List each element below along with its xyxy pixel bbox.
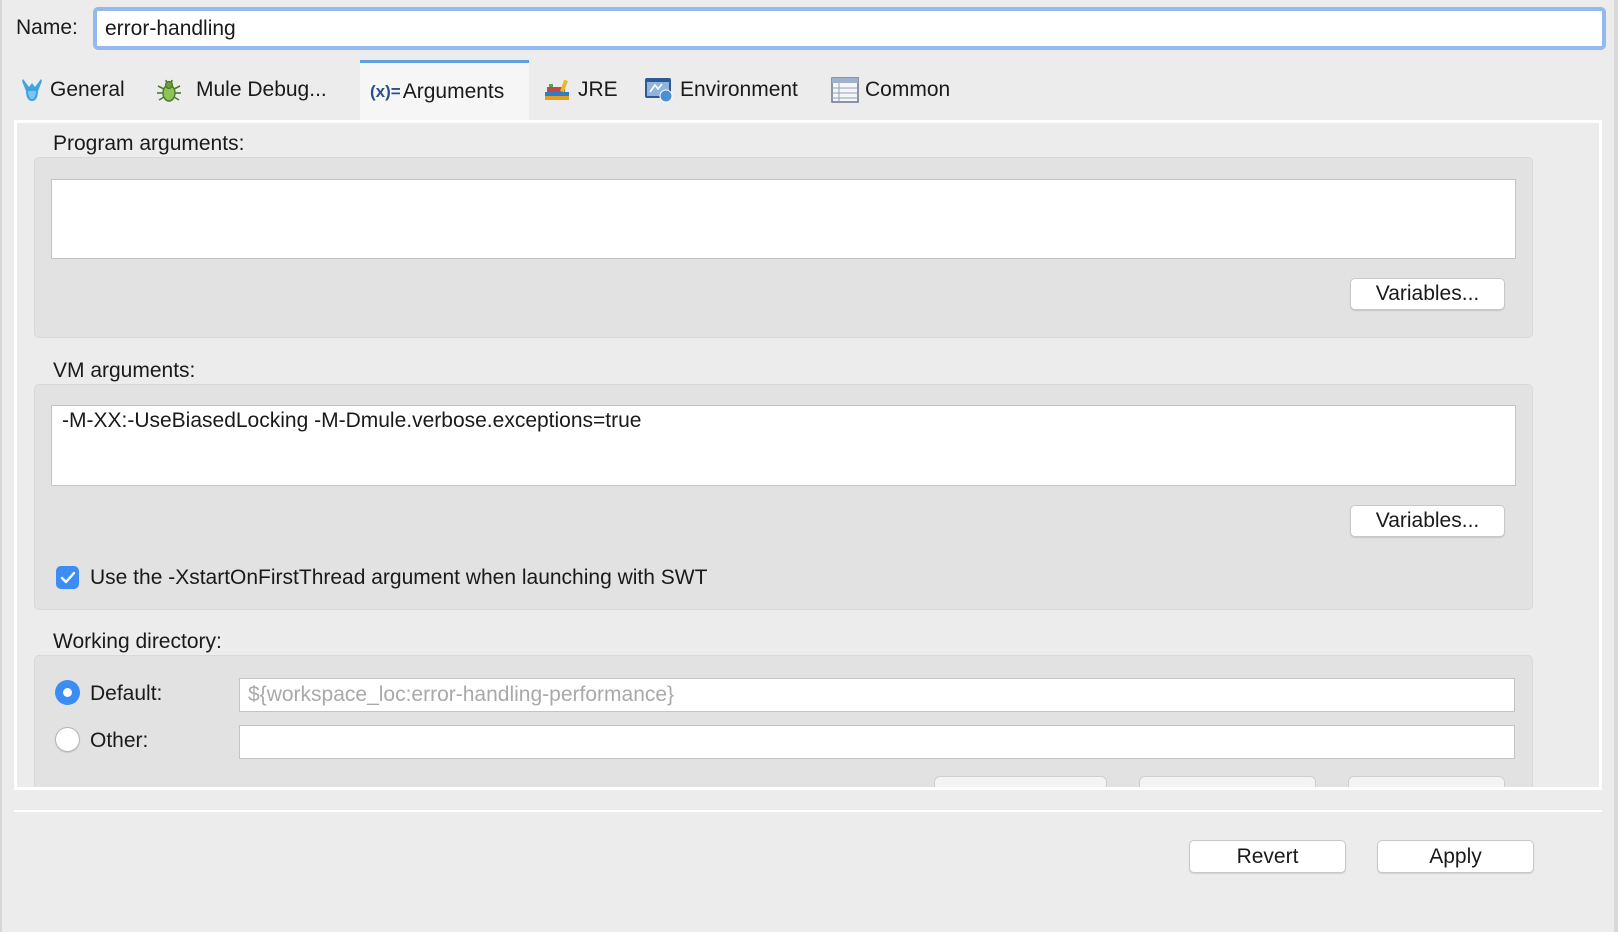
- vm-variables-button[interactable]: Variables...: [1350, 505, 1505, 537]
- tab-mule-debug[interactable]: Mule Debug...: [154, 60, 327, 120]
- tab-label: Common: [865, 78, 951, 101]
- program-variables-button[interactable]: Variables...: [1350, 278, 1505, 310]
- working-directory-group: [34, 655, 1533, 790]
- tab-jre[interactable]: JRE: [544, 60, 618, 120]
- window-left-edge: [0, 0, 2, 932]
- swt-checkbox-label: Use the -XstartOnFirstThread argument wh…: [90, 566, 708, 589]
- tab-environment[interactable]: Environment: [644, 60, 798, 120]
- tab-general[interactable]: General: [20, 60, 125, 120]
- tab-label: Mule Debug...: [196, 78, 327, 101]
- tab-arguments[interactable]: (x)= Arguments: [360, 60, 529, 120]
- bug-icon: [154, 76, 184, 104]
- window-right-edge: [1614, 0, 1618, 932]
- default-directory-field: ${workspace_loc:error-handling-performan…: [239, 678, 1515, 712]
- name-label: Name:: [16, 16, 78, 39]
- other-radio-label: Other:: [90, 729, 149, 752]
- program-arguments-label: Program arguments:: [53, 132, 245, 155]
- program-arguments-textarea[interactable]: [51, 179, 1516, 259]
- mule-icon: [20, 77, 44, 103]
- tab-common[interactable]: Common: [831, 60, 950, 120]
- books-icon: [544, 78, 572, 102]
- other-directory-field[interactable]: [239, 725, 1515, 759]
- default-radio[interactable]: [55, 680, 80, 705]
- table-icon: [831, 77, 859, 103]
- environment-icon: [644, 76, 674, 104]
- panel-bottom-cover: [14, 790, 1602, 810]
- tab-label: JRE: [578, 78, 618, 101]
- swt-checkbox[interactable]: [56, 566, 79, 589]
- tab-label: General: [50, 78, 125, 101]
- revert-button[interactable]: Revert: [1189, 840, 1346, 873]
- variable-x-icon: (x)=: [370, 81, 401, 101]
- working-directory-label: Working directory:: [53, 630, 222, 653]
- vm-arguments-textarea[interactable]: -M-XX:-UseBiasedLocking -M-Dmule.verbose…: [51, 405, 1516, 486]
- checkmark-icon: [60, 571, 75, 583]
- other-radio[interactable]: [55, 727, 80, 752]
- name-input[interactable]: [93, 7, 1606, 50]
- vm-arguments-label: VM arguments:: [53, 359, 196, 382]
- apply-button[interactable]: Apply: [1377, 840, 1534, 873]
- tab-label: Arguments: [402, 79, 505, 103]
- tab-label: Environment: [680, 78, 798, 101]
- default-radio-label: Default:: [90, 682, 163, 705]
